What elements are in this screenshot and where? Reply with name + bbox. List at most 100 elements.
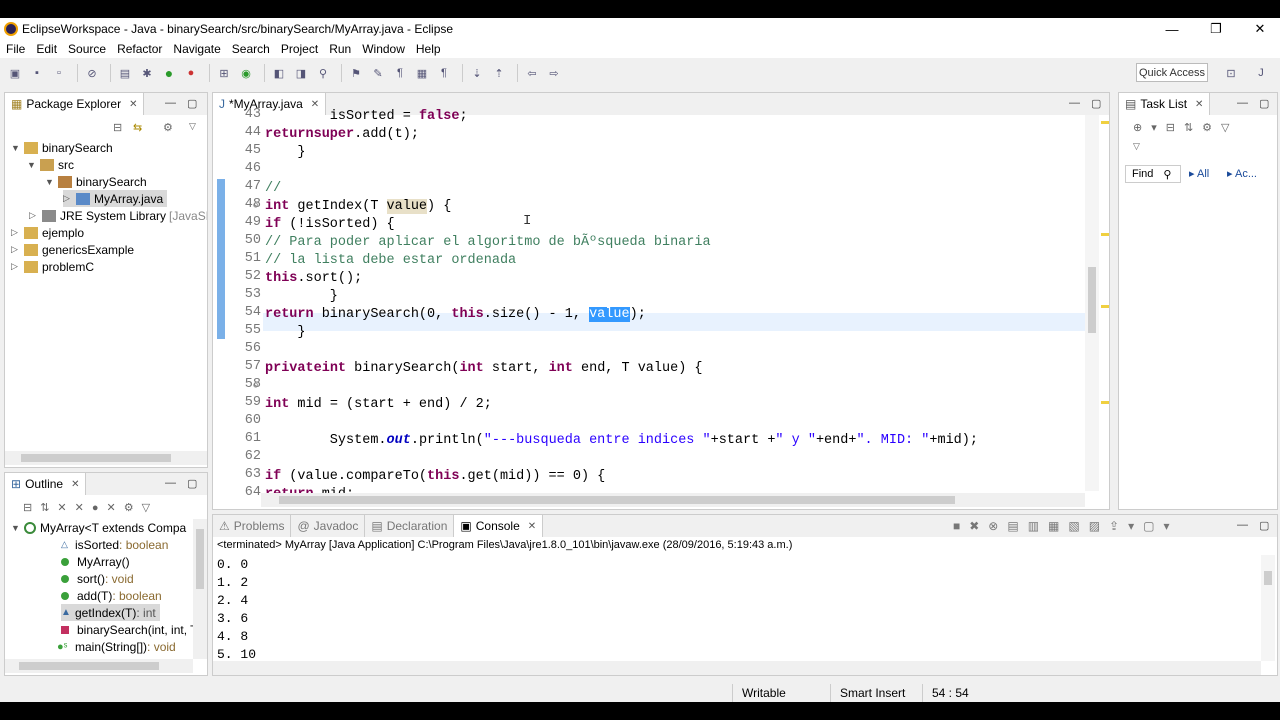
tab-declaration[interactable]: ▤ Declaration	[365, 515, 455, 537]
tab-task-list[interactable]: ▤ Task List ✕	[1119, 93, 1211, 115]
console-output[interactable]: 0. 0 1. 2 2. 4 3. 6 4. 8 5. 10	[213, 555, 1277, 662]
new-java-package-icon[interactable]: ⊞	[215, 65, 233, 81]
toggle-breadcrumb-icon[interactable]: ⚑	[347, 65, 365, 81]
new-java-class-icon[interactable]: ◉	[237, 65, 255, 81]
tree-item-selected[interactable]: ▷ MyArray.java	[63, 190, 168, 207]
vertical-scrollbar[interactable]	[1261, 555, 1275, 661]
back-icon[interactable]: ⇦	[523, 65, 541, 81]
outline-item[interactable]: sort() : void	[61, 570, 134, 587]
minimize-icon[interactable]: —	[165, 477, 176, 489]
code-area[interactable]: 43 44 45 46 47 48 49 50 51 52 53 54 55 5…	[213, 107, 1109, 502]
horizontal-scrollbar[interactable]	[261, 493, 1085, 507]
scrollbar-thumb[interactable]	[1088, 267, 1096, 333]
java-perspective-icon[interactable]: J	[1252, 65, 1270, 81]
scrollbar-thumb[interactable]	[196, 529, 204, 589]
previous-annotation-icon[interactable]: ⇡	[490, 65, 508, 81]
maximize-icon[interactable]: ▢	[1091, 97, 1101, 110]
debug-icon[interactable]: ✱	[138, 65, 156, 81]
outline-item[interactable]: ●ˢ main(String[]) : void	[57, 638, 176, 655]
close-icon[interactable]: ✕	[71, 479, 79, 490]
next-annotation-icon[interactable]: ⇣	[468, 65, 486, 81]
quick-access-input[interactable]: Quick Access	[1136, 63, 1208, 82]
minimize-button[interactable]: —	[1150, 18, 1194, 40]
coverage-icon[interactable]: ●	[182, 65, 200, 81]
open-perspective-icon[interactable]: ⊡	[1222, 65, 1240, 81]
tab-outline[interactable]: ⊞ Outline ✕	[5, 473, 87, 495]
minimize-icon[interactable]: —	[1237, 519, 1248, 531]
menu-help[interactable]: Help	[410, 42, 446, 56]
show-whitespace-icon[interactable]: ¶	[435, 65, 453, 81]
menu-refactor[interactable]: Refactor	[111, 42, 167, 56]
close-icon[interactable]: ✕	[1195, 99, 1203, 110]
tree-item[interactable]: ▼ binarySearch	[45, 173, 147, 190]
tree-item[interactable]: ▷ JRE System Library[JavaSE-1.	[29, 207, 207, 224]
tree-item[interactable]: ▷ problemC	[11, 258, 94, 275]
view-menu-icon[interactable]: ▽	[1133, 141, 1140, 152]
fold-icon[interactable]: ⊖	[253, 201, 258, 211]
minimize-icon[interactable]: —	[1069, 97, 1080, 109]
save-icon[interactable]: ▪	[28, 65, 46, 81]
tree-item[interactable]: ▷ ejemplo	[11, 224, 84, 241]
maximize-icon[interactable]: ▢	[1259, 519, 1269, 532]
horizontal-scrollbar[interactable]	[5, 451, 207, 465]
close-icon[interactable]: ✕	[528, 521, 536, 532]
tab-package-explorer[interactable]: ▦ Package Explorer ✕	[5, 93, 145, 115]
menu-project[interactable]: Project	[275, 42, 323, 56]
overview-ruler[interactable]	[1099, 115, 1109, 491]
menu-file[interactable]: File	[0, 42, 30, 56]
link-with-editor-icon[interactable]: ⇆	[133, 121, 142, 134]
scrollbar-thumb[interactable]	[279, 496, 955, 504]
minimize-icon[interactable]: —	[165, 97, 176, 109]
maximize-icon[interactable]: ▢	[187, 477, 197, 490]
skip-breakpoints-icon[interactable]: ⊘	[83, 65, 101, 81]
block-selection-icon[interactable]: ▦	[413, 65, 431, 81]
maximize-icon[interactable]: ▢	[187, 97, 197, 110]
outline-toolbar[interactable]: ⊟⇅✕✕●✕⚙▽	[23, 501, 158, 514]
vertical-scrollbar[interactable]	[193, 519, 207, 659]
toggle-whitespace-icon[interactable]: ¶	[391, 65, 409, 81]
maximize-button[interactable]: ❐	[1194, 18, 1238, 40]
menu-search[interactable]: Search	[226, 42, 275, 56]
scrollbar-thumb[interactable]	[21, 454, 171, 462]
outline-item-selected[interactable]: ▲ getIndex(T) : int	[61, 604, 160, 621]
menu-window[interactable]: Window	[356, 42, 410, 56]
menu-navigate[interactable]: Navigate	[167, 42, 225, 56]
open-folder-icon[interactable]: ◨	[292, 65, 310, 81]
tree-item[interactable]: ▼ binarySearch	[11, 139, 113, 156]
save-all-icon[interactable]: ▫	[50, 65, 68, 81]
menu-edit[interactable]: Edit	[30, 42, 62, 56]
tab-javadoc[interactable]: @ Javadoc	[291, 515, 366, 537]
vertical-scrollbar[interactable]	[1085, 115, 1099, 491]
close-icon[interactable]: ✕	[129, 99, 137, 110]
minimize-icon[interactable]: —	[1237, 97, 1248, 109]
outline-item[interactable]: binarySearch(int, int, T	[61, 621, 198, 638]
scrollbar-thumb[interactable]	[1264, 571, 1272, 585]
task-list-toolbar[interactable]: ⊕▾⊟⇅⚙▽	[1133, 121, 1239, 134]
task-find-input[interactable]: Find ⚲	[1125, 165, 1181, 183]
tab-problems[interactable]: ⚠ Problems	[213, 515, 292, 537]
tree-item[interactable]: ▷ genericsExample	[11, 241, 134, 258]
tree-item[interactable]: ▼ src	[27, 156, 74, 173]
filter-icon[interactable]: ⚙	[163, 121, 173, 134]
run-icon[interactable]: ●	[160, 65, 178, 81]
all-link[interactable]: ▸ All	[1189, 167, 1209, 180]
collapse-all-icon[interactable]: ⊟	[113, 121, 122, 134]
mark-occurrences-icon[interactable]: ✎	[369, 65, 387, 81]
menu-source[interactable]: Source	[62, 42, 111, 56]
horizontal-scrollbar[interactable]	[213, 661, 1261, 675]
console-toolbar[interactable]: ■✖⊗▤▥▦▧▨⇪▾▢▾	[953, 519, 1179, 533]
outline-item[interactable]: ▼ MyArray<T extends Compa	[11, 519, 186, 536]
outline-item[interactable]: MyArray()	[61, 553, 130, 570]
console-icon[interactable]: ▤	[116, 65, 134, 81]
view-menu-icon[interactable]: ▽	[189, 121, 196, 132]
new-icon[interactable]: ▣	[6, 65, 24, 81]
maximize-icon[interactable]: ▢	[1259, 97, 1269, 110]
tab-console[interactable]: ▣ Console ✕	[454, 515, 544, 537]
open-type-icon[interactable]: ◧	[270, 65, 288, 81]
search-icon[interactable]: ⚲	[314, 65, 332, 81]
forward-icon[interactable]: ⇨	[545, 65, 563, 81]
menu-run[interactable]: Run	[323, 42, 356, 56]
outline-item[interactable]: add(T) : boolean	[61, 587, 162, 604]
close-button[interactable]: ✕	[1238, 18, 1280, 40]
fold-icon[interactable]: ⊖	[253, 381, 258, 391]
